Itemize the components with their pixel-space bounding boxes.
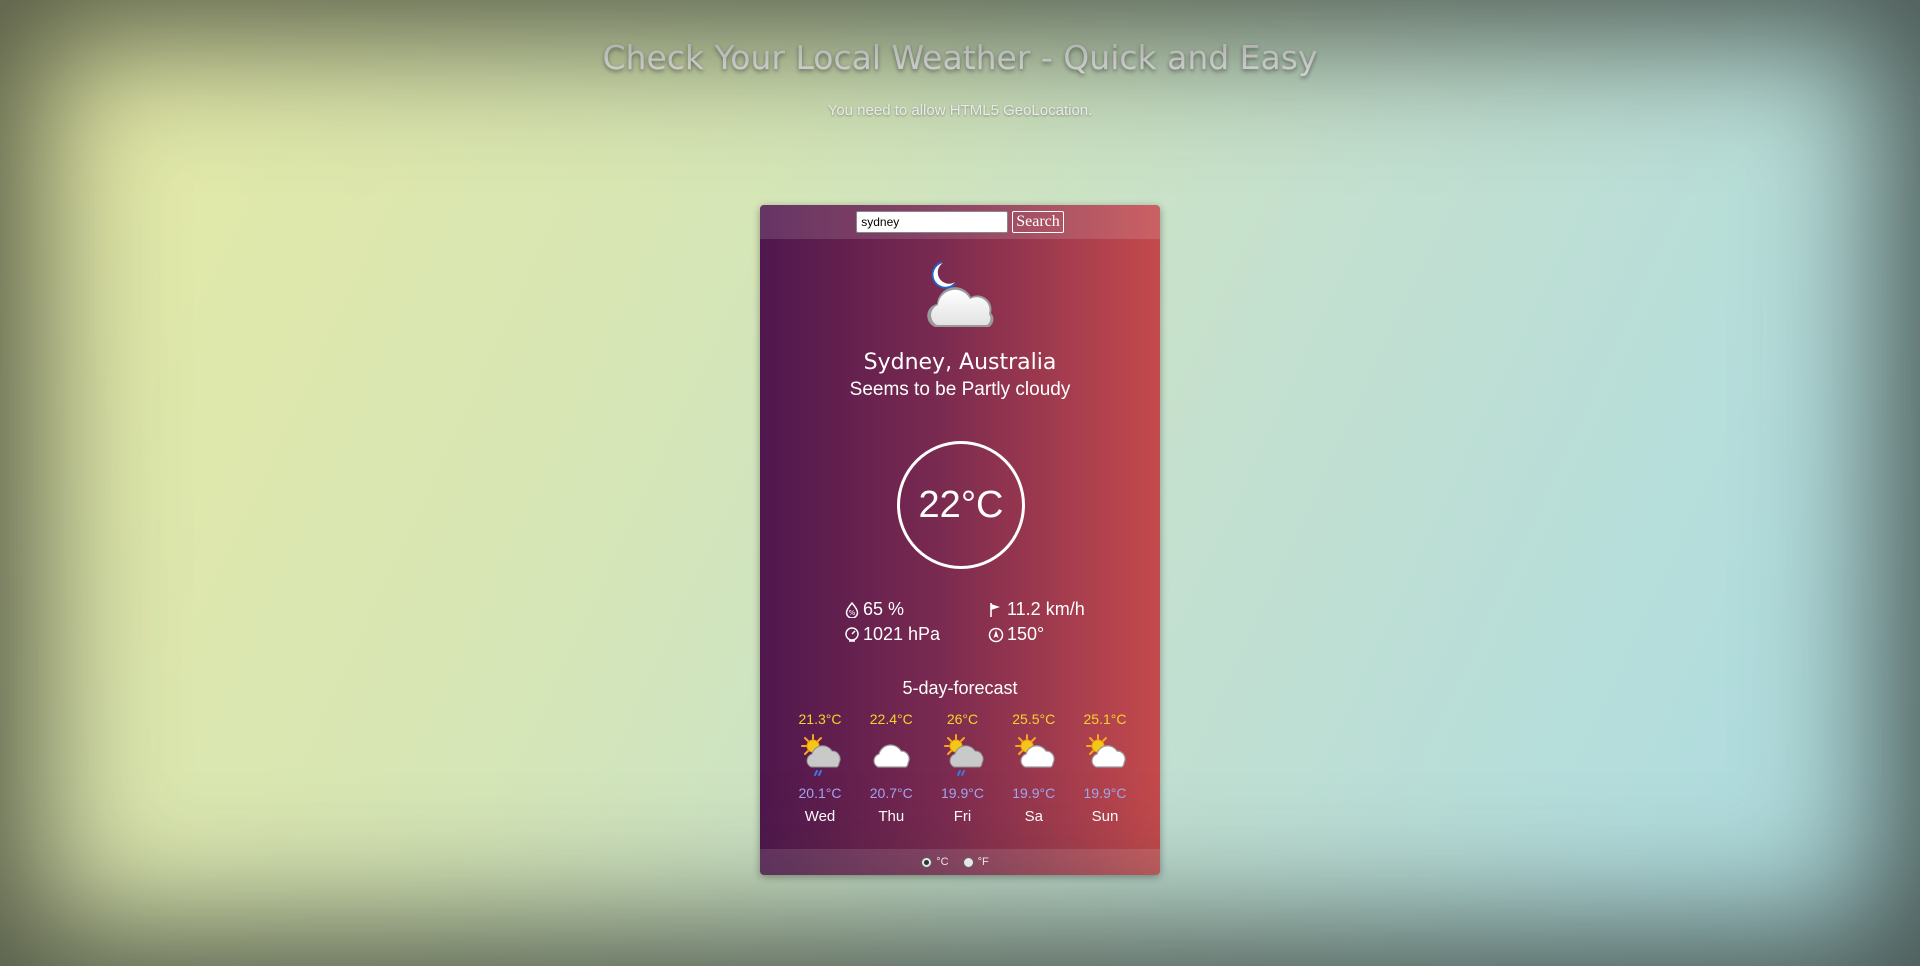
- forecast-day: 25.5°C 19.9°C Sa: [1004, 711, 1064, 825]
- sun-cloud-icon: [1014, 734, 1055, 768]
- night-partly-cloudy-icon: [927, 261, 994, 327]
- search-input[interactable]: [856, 211, 1009, 233]
- celsius-label[interactable]: °C: [936, 856, 948, 868]
- wind-speed-value: 11.2 km/h: [1007, 599, 1085, 619]
- current-temperature: 22°C: [897, 441, 1025, 569]
- forecast-high: 22.4°C: [869, 711, 913, 727]
- geolocation-notice: You need to allow HTML5 GeoLocation.: [827, 102, 1093, 119]
- fahrenheit-label[interactable]: °F: [978, 856, 989, 868]
- forecast-low: 19.9°C: [1083, 785, 1127, 801]
- humidity-value: 65 %: [863, 599, 905, 619]
- humidity-icon: %: [845, 601, 859, 618]
- forecast-low: 19.9°C: [941, 785, 984, 801]
- forecast-title: 5-day-forecast: [902, 678, 1018, 698]
- pressure-value: 1021 hPa: [863, 624, 941, 644]
- forecast-high: 25.1°C: [1083, 711, 1127, 727]
- forecast-high: 21.3°C: [798, 711, 842, 727]
- forecast-row: 21.3°C 20.1°C Wed 22.4°C 20.7°C Thu 26°C…: [790, 711, 1135, 825]
- forecast-day: 25.1°C 19.9°C Sun: [1075, 711, 1135, 825]
- fahrenheit-radio[interactable]: [962, 856, 974, 868]
- svg-text:%: %: [849, 609, 856, 617]
- celsius-radio[interactable]: [921, 856, 933, 868]
- forecast-day: 21.3°C 20.1°C Wed: [790, 711, 850, 825]
- humidity-stat: % 65 %: [844, 599, 904, 620]
- weather-card: Search Sydney, Australia Seems to be Par…: [760, 205, 1160, 875]
- page-title: Check Your Local Weather - Quick and Eas…: [602, 38, 1318, 77]
- flag-icon: [990, 602, 1000, 617]
- unit-toggle: °C °F: [760, 849, 1160, 875]
- wind-direction-value: 150°: [1007, 624, 1045, 644]
- forecast-day-name: Sun: [1091, 808, 1119, 825]
- city-name: Sydney, Australia: [863, 350, 1057, 375]
- forecast-day-name: Thu: [878, 808, 905, 825]
- compass-icon: [988, 627, 1004, 642]
- wind-direction-stat: 150°: [988, 624, 1044, 645]
- sun-cloud-rain-icon: [943, 734, 984, 776]
- cloud-icon: [873, 744, 910, 768]
- weather-condition: Seems to be Partly cloudy: [849, 379, 1071, 400]
- forecast-low: 20.7°C: [869, 785, 913, 801]
- forecast-day-name: Wed: [804, 808, 836, 825]
- forecast-low: 19.9°C: [1012, 785, 1056, 801]
- forecast-low: 20.1°C: [798, 785, 842, 801]
- forecast-high: 25.5°C: [1012, 711, 1056, 727]
- pressure-icon: [845, 626, 859, 642]
- forecast-day-name: Sa: [1024, 808, 1043, 825]
- forecast-day: 22.4°C 20.7°C Thu: [861, 711, 921, 825]
- forecast-day-name: Fri: [953, 808, 972, 825]
- search-bar: Search: [760, 205, 1160, 239]
- sun-cloud-rain-icon: [801, 734, 841, 776]
- sun-cloud-icon: [1086, 734, 1126, 768]
- search-button[interactable]: Search: [1012, 211, 1064, 233]
- forecast-high: 26°C: [946, 711, 979, 727]
- forecast-day: 26°C 19.9°C Fri: [933, 711, 993, 825]
- wind-speed-stat: 11.2 km/h: [988, 599, 1085, 620]
- pressure-stat: 1021 hPa: [844, 624, 940, 645]
